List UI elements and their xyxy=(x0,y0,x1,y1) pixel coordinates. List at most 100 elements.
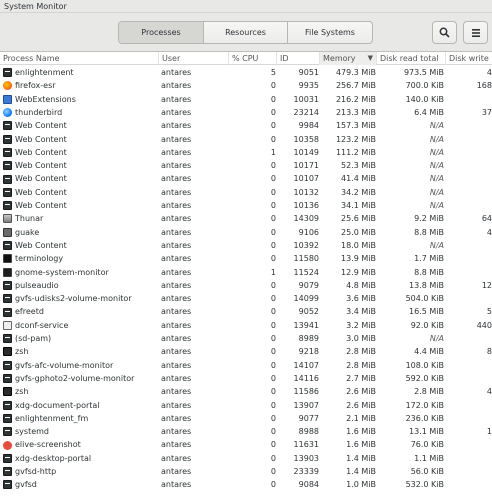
process-user: antares xyxy=(161,440,192,450)
table-row[interactable]: gvfsd-http antares 0 23339 1.4 MiB 56.0 KiB xyxy=(0,465,492,478)
tab-resources[interactable]: Resources xyxy=(204,22,288,43)
table-row[interactable]: zsh antares 0 11586 2.6 MiB 2.8 MiB 4 xyxy=(0,385,492,398)
process-disk-write: 12 xyxy=(481,280,492,290)
process-name-cell: gvfsd-http xyxy=(3,465,159,478)
process-memory: 2.7 MiB xyxy=(346,373,376,383)
table-row[interactable]: Thunar antares 0 14309 25.6 MiB 9.2 MiB 64 xyxy=(0,212,492,225)
table-row[interactable]: enlightenment antares 5 9051 479.3 MiB 973.5 … xyxy=(0,66,492,79)
process-name-cell: gvfs-udisks2-volume-monitor xyxy=(3,292,159,305)
process-name: firefox-esr xyxy=(15,81,56,91)
table-row[interactable]: (sd-pam) antares 0 8989 3.0 MiB N/A xyxy=(0,332,492,345)
hamburger-menu-icon xyxy=(471,28,480,37)
table-row[interactable]: Web Content antares 0 10107 41.4 MiB N/A xyxy=(0,172,492,185)
process-disk-read: 16.5 MiB xyxy=(409,307,444,317)
process-icon xyxy=(3,307,12,317)
table-row[interactable]: efreetd antares 0 9052 3.4 MiB 16.5 MiB 5 xyxy=(0,305,492,318)
column-header-id[interactable]: ID xyxy=(277,52,320,65)
process-disk-read: N/A xyxy=(429,147,444,157)
process-memory: 34.2 MiB xyxy=(341,187,376,197)
tab-file-systems[interactable]: File Systems xyxy=(288,22,372,43)
table-row[interactable]: elive-screenshot antares 0 11631 1.6 MiB 76.0… xyxy=(0,438,492,451)
tab-processes[interactable]: Processes xyxy=(119,22,204,43)
search-button[interactable] xyxy=(432,21,457,44)
process-list: enlightenment antares 5 9051 479.3 MiB 973.5 … xyxy=(0,66,492,500)
table-row[interactable]: Web Content antares 0 10171 52.3 MiB N/A xyxy=(0,159,492,172)
process-user: antares xyxy=(161,453,192,463)
title-bar: System Monitor xyxy=(0,0,492,13)
column-header-disk-read[interactable]: Disk read total xyxy=(377,52,446,65)
table-row[interactable]: Web Content antares 0 10136 34.1 MiB N/A xyxy=(0,199,492,212)
process-disk-write xyxy=(446,186,492,199)
process-disk-read: 172.0 KiB xyxy=(405,400,444,410)
process-name: thunderbird xyxy=(15,107,63,117)
table-row[interactable]: gvfs-afc-volume-monitor antares 0 14107 2.8 … xyxy=(0,359,492,372)
process-name: pulseaudio xyxy=(15,280,59,290)
process-cpu: 0 xyxy=(270,134,276,144)
table-row[interactable]: guake antares 0 9106 25.0 MiB 8.8 MiB 4 xyxy=(0,226,492,239)
process-disk-read: 56.0 KiB xyxy=(410,467,444,476)
table-row[interactable]: xdg-document-portal antares 0 13907 2.6 MiB 1… xyxy=(0,399,492,412)
process-user: antares xyxy=(161,467,192,476)
process-user: antares xyxy=(161,121,192,131)
table-row[interactable]: enlightenment_fm antares 0 9077 2.1 MiB 236.0… xyxy=(0,412,492,425)
table-row[interactable]: Web Content antares 0 10132 34.2 MiB N/A xyxy=(0,186,492,199)
process-id: 13907 xyxy=(293,400,319,410)
process-disk-read: 4.4 MiB xyxy=(414,347,444,357)
table-row[interactable]: terminology antares 0 11580 13.9 MiB 1.7 MiB xyxy=(0,252,492,265)
process-memory: 13.9 MiB xyxy=(341,254,376,264)
column-header-disk-write[interactable]: Disk write xyxy=(446,52,492,65)
process-disk-read: 8.8 MiB xyxy=(414,267,444,277)
table-row[interactable]: xdg-desktop-portal antares 0 13903 1.4 MiB 1.… xyxy=(0,452,492,465)
process-icon xyxy=(3,121,12,131)
process-id: 9935 xyxy=(298,81,319,91)
table-row[interactable]: Web Content antares 1 10149 111.2 MiB N/A xyxy=(0,146,492,159)
process-disk-read: 592.0 KiB xyxy=(405,373,444,383)
process-icon xyxy=(3,161,12,171)
process-cpu: 0 xyxy=(270,453,276,463)
table-row[interactable]: gvfsd antares 0 9084 1.0 MiB 532.0 KiB xyxy=(0,478,492,491)
process-cpu: 0 xyxy=(270,187,276,197)
table-row[interactable]: firefox-esr antares 0 9935 256.7 MiB 700.0 Ki… xyxy=(0,79,492,92)
process-user: antares xyxy=(161,147,192,157)
process-cpu: 1 xyxy=(270,147,276,157)
process-cpu: 0 xyxy=(270,201,276,210)
table-row[interactable]: zsh antares 0 9218 2.8 MiB 4.4 MiB 8 xyxy=(0,345,492,358)
process-disk-read: 6.4 MiB xyxy=(414,107,444,117)
process-cpu: 0 xyxy=(270,334,276,343)
process-name: gvfsd-http xyxy=(15,467,57,476)
column-header-memory-label: Memory xyxy=(323,54,356,63)
column-header-user[interactable]: User xyxy=(159,52,229,65)
table-row[interactable]: dconf-service antares 0 13941 3.2 MiB 92.0 Ki… xyxy=(0,319,492,332)
process-disk-write xyxy=(446,438,492,451)
table-row[interactable]: gvfs-gphoto2-volume-monitor antares 0 14116… xyxy=(0,372,492,385)
table-row[interactable]: Web Content antares 0 10392 18.0 MiB N/A xyxy=(0,239,492,252)
process-id: 9052 xyxy=(298,307,319,317)
process-name-cell: Web Content xyxy=(3,199,159,212)
process-user: antares xyxy=(161,400,192,410)
process-id: 10031 xyxy=(293,94,319,104)
column-header-cpu[interactable]: % CPU xyxy=(229,52,277,65)
process-user: antares xyxy=(161,307,192,317)
process-disk-write xyxy=(446,133,492,146)
process-name: Web Content xyxy=(15,174,67,184)
menu-button[interactable] xyxy=(463,21,488,44)
process-cpu: 0 xyxy=(270,294,276,304)
process-id: 14309 xyxy=(293,214,319,224)
process-icon xyxy=(3,254,12,264)
process-memory: 111.2 MiB xyxy=(335,147,376,157)
table-row[interactable]: Web Content antares 0 9984 157.3 MiB N/A xyxy=(0,119,492,132)
table-row[interactable]: WebExtensions antares 0 10031 216.2 MiB 140.0… xyxy=(0,93,492,106)
column-header-memory[interactable]: Memory ▼ xyxy=(320,52,377,65)
table-row[interactable]: thunderbird antares 0 23214 213.3 MiB 6.4 MiB… xyxy=(0,106,492,119)
table-row[interactable]: Web Content antares 0 10358 123.2 MiB N/A xyxy=(0,133,492,146)
table-row[interactable]: systemd antares 0 8988 1.6 MiB 13.1 MiB 1 xyxy=(0,425,492,438)
table-row[interactable]: pulseaudio antares 0 9079 4.8 MiB 13.8 MiB 12 xyxy=(0,279,492,292)
process-memory: 3.6 MiB xyxy=(346,294,376,304)
table-row[interactable]: gnome-system-monitor antares 1 11524 12.9 Mi… xyxy=(0,266,492,279)
process-name: Web Content xyxy=(15,134,67,144)
table-row[interactable]: gvfs-udisks2-volume-monitor antares 0 14099… xyxy=(0,292,492,305)
process-memory: 157.3 MiB xyxy=(335,121,376,131)
process-disk-read: 13.8 MiB xyxy=(409,280,444,290)
column-header-process-name[interactable]: Process Name xyxy=(0,52,159,65)
process-icon xyxy=(3,334,12,344)
